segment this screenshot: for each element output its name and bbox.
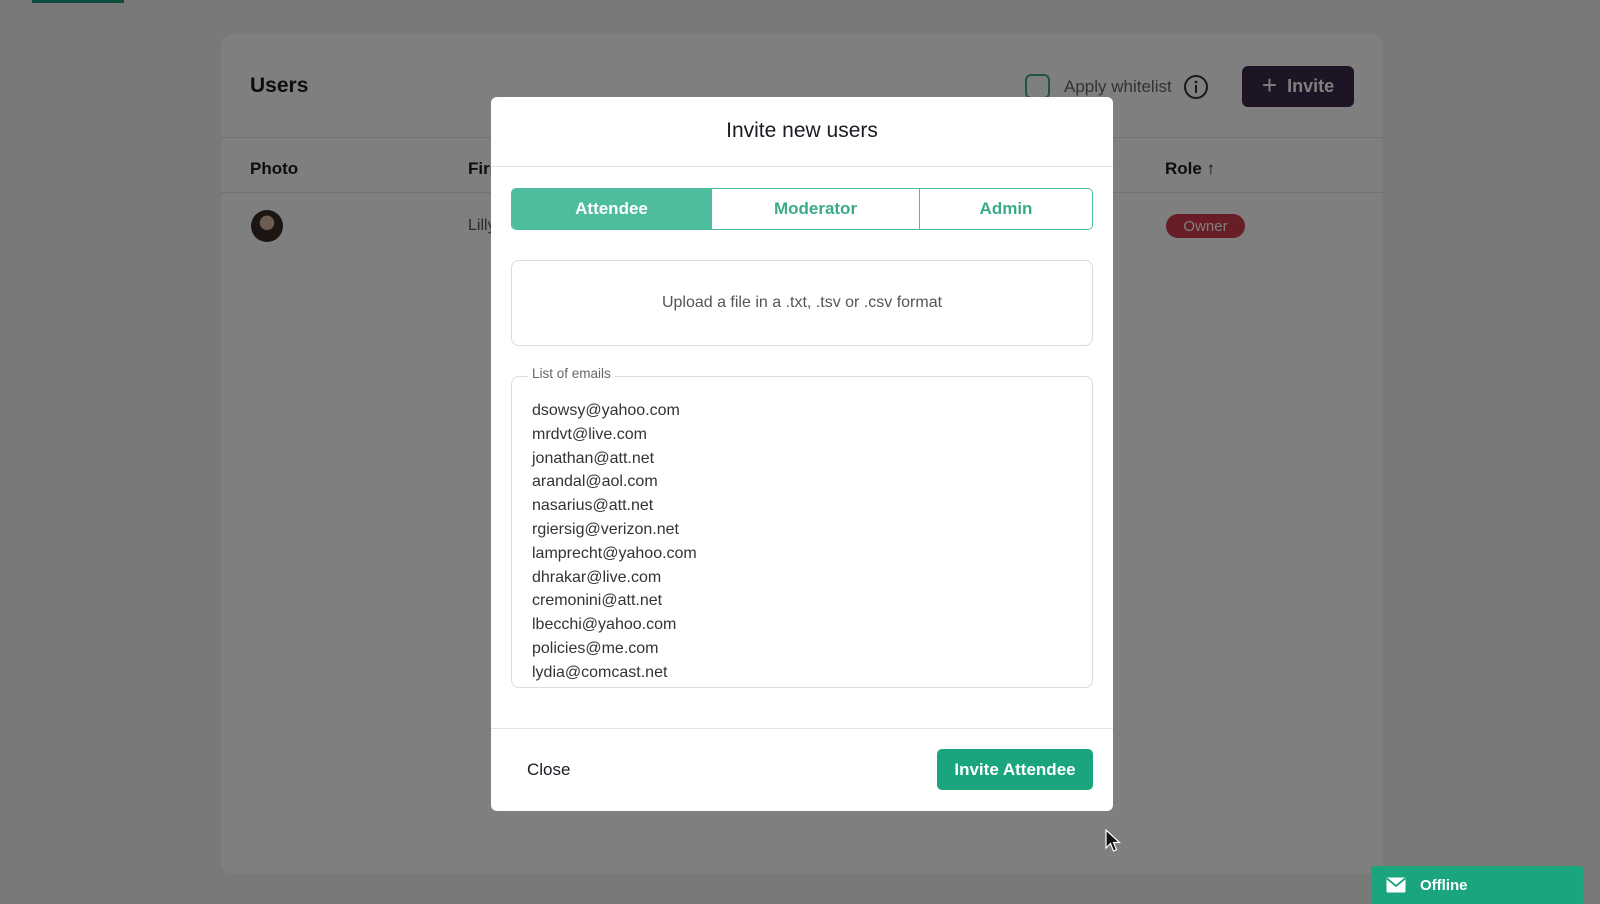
envelope-icon bbox=[1386, 877, 1406, 893]
email-line: mrdvt@live.com bbox=[532, 425, 647, 443]
invite-users-modal: Invite new users Attendee Moderator Admi… bbox=[491, 97, 1113, 811]
modal-footer: Close Invite Attendee bbox=[491, 728, 1113, 811]
email-line: nasarius@att.net bbox=[532, 497, 654, 515]
tab-attendee[interactable]: Attendee bbox=[512, 189, 711, 229]
email-line: lydia@comcast.net bbox=[532, 663, 668, 681]
invite-attendee-button[interactable]: Invite Attendee bbox=[937, 749, 1093, 790]
email-line: cremonini@att.net bbox=[532, 592, 663, 610]
emails-field-label: List of emails bbox=[528, 366, 615, 381]
email-line: dhrakar@live.com bbox=[532, 568, 662, 586]
mouse-cursor-icon bbox=[1105, 829, 1121, 852]
offline-label: Offline bbox=[1420, 876, 1468, 894]
email-line: lamprecht@yahoo.com bbox=[532, 544, 697, 562]
upload-hint: Upload a file in a .txt, .tsv or .csv fo… bbox=[661, 294, 943, 311]
email-line: rgiersig@verizon.net bbox=[532, 520, 679, 538]
file-upload-dropzone[interactable]: Upload a file in a .txt, .tsv or .csv fo… bbox=[511, 260, 1093, 346]
email-line: jonathan@att.net bbox=[532, 449, 655, 467]
tab-admin[interactable]: Admin bbox=[919, 189, 1092, 229]
close-button[interactable]: Close bbox=[527, 760, 570, 780]
modal-title: Invite new users bbox=[726, 119, 878, 142]
email-line: arandal@aol.com bbox=[532, 473, 658, 491]
email-line: lbecchi@yahoo.com bbox=[532, 616, 677, 634]
email-line: dsowsy@yahoo.com bbox=[532, 402, 680, 419]
tab-moderator[interactable]: Moderator bbox=[711, 189, 919, 229]
email-line: policies@me.com bbox=[532, 639, 659, 657]
modal-header: Invite new users bbox=[491, 97, 1113, 167]
role-tabs: Attendee Moderator Admin bbox=[511, 188, 1093, 230]
offline-chat-widget[interactable]: Offline bbox=[1371, 866, 1583, 904]
emails-textarea[interactable]: List of emails dsowsy@yahoo.com mrdvt@li… bbox=[511, 366, 1093, 688]
emails-list: dsowsy@yahoo.com mrdvt@live.com jonathan… bbox=[532, 399, 697, 685]
